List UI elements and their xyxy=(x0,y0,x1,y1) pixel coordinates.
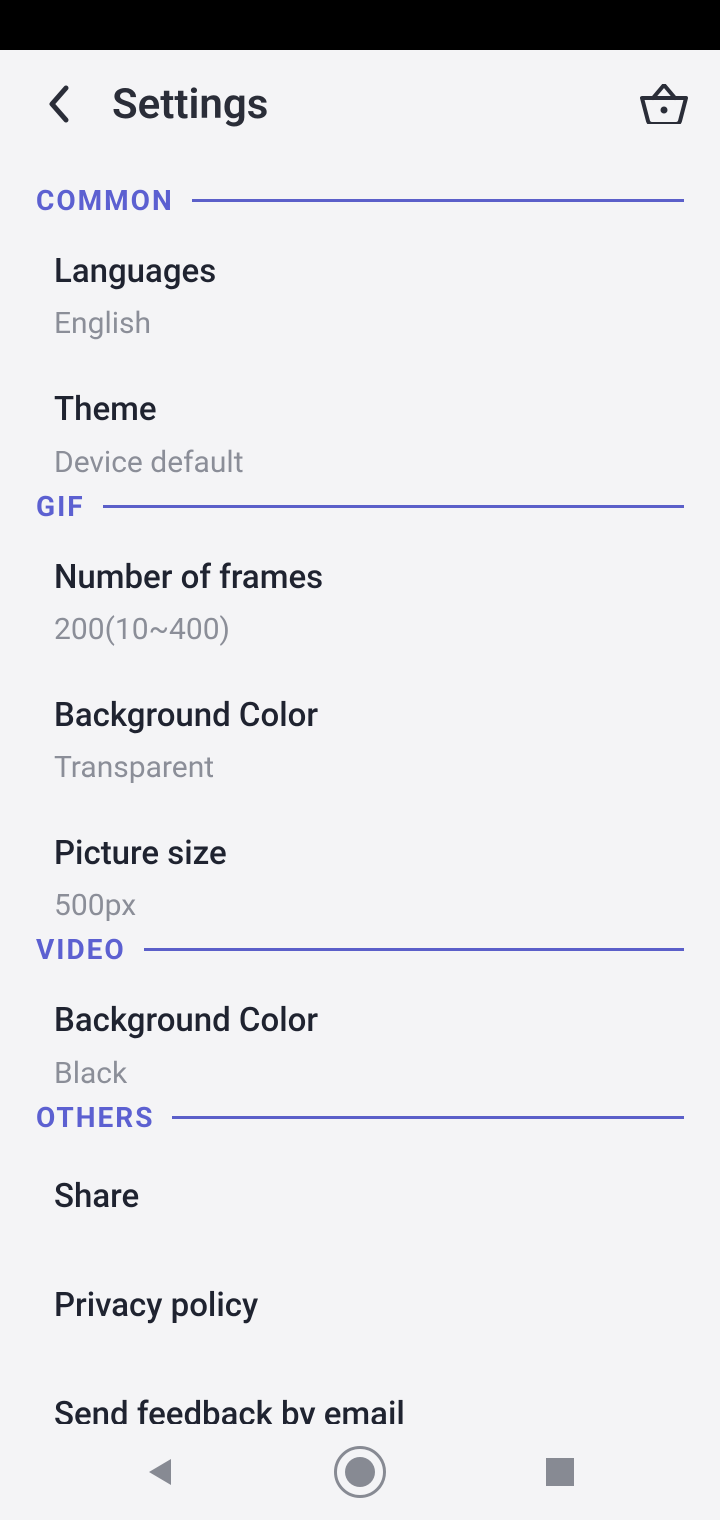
triangle-back-icon xyxy=(143,1455,177,1489)
section-common: COMMON Languages English Theme Device de… xyxy=(36,184,684,490)
action-label: Privacy policy xyxy=(54,1285,684,1326)
section-header-others: OTHERS xyxy=(36,1101,684,1134)
setting-value: Device default xyxy=(54,445,684,480)
action-label: Share xyxy=(54,1176,684,1217)
settings-list: COMMON Languages English Theme Device de… xyxy=(0,184,720,1509)
nav-back-button[interactable] xyxy=(120,1432,200,1512)
status-bar xyxy=(0,0,720,50)
setting-value: Transparent xyxy=(54,750,684,785)
basket-button[interactable] xyxy=(638,78,690,130)
page-title: Settings xyxy=(112,80,638,129)
section-label: COMMON xyxy=(36,184,174,217)
section-header-video: VIDEO xyxy=(36,933,684,966)
action-share[interactable]: Share xyxy=(36,1134,684,1251)
system-nav-bar xyxy=(0,1424,720,1520)
section-divider xyxy=(172,1116,684,1119)
setting-title: Picture size xyxy=(54,833,684,874)
nav-home-button[interactable] xyxy=(320,1432,400,1512)
setting-number-of-frames[interactable]: Number of frames 200(10~400) xyxy=(36,523,684,671)
setting-value: Black xyxy=(54,1056,684,1091)
section-header-gif: GIF xyxy=(36,490,684,523)
setting-video-background-color[interactable]: Background Color Black xyxy=(36,966,684,1100)
section-label: OTHERS xyxy=(36,1101,154,1134)
chevron-left-icon xyxy=(46,84,70,124)
setting-gif-background-color[interactable]: Background Color Transparent xyxy=(36,671,684,809)
section-divider xyxy=(103,505,684,508)
setting-value: 500px xyxy=(54,888,684,923)
circle-home-icon xyxy=(334,1446,386,1498)
nav-recents-button[interactable] xyxy=(520,1432,600,1512)
setting-title: Languages xyxy=(54,251,684,292)
setting-languages[interactable]: Languages English xyxy=(36,217,684,365)
setting-value: English xyxy=(54,306,684,341)
setting-theme[interactable]: Theme Device default xyxy=(36,365,684,489)
setting-title: Background Color xyxy=(54,695,684,736)
setting-title: Theme xyxy=(54,389,684,430)
basket-icon xyxy=(640,84,688,124)
setting-picture-size[interactable]: Picture size 500px xyxy=(36,809,684,933)
action-privacy-policy[interactable]: Privacy policy xyxy=(36,1251,684,1360)
section-divider xyxy=(192,199,684,202)
app-header: Settings xyxy=(0,50,720,158)
square-recents-icon xyxy=(546,1458,574,1486)
section-video: VIDEO Background Color Black xyxy=(36,933,684,1100)
section-divider xyxy=(144,948,684,951)
section-header-common: COMMON xyxy=(36,184,684,217)
back-button[interactable] xyxy=(36,82,80,126)
section-label: GIF xyxy=(36,490,85,523)
section-label: VIDEO xyxy=(36,933,126,966)
setting-title: Background Color xyxy=(54,1000,684,1041)
setting-value: 200(10~400) xyxy=(54,612,684,647)
setting-title: Number of frames xyxy=(54,557,684,598)
section-gif: GIF Number of frames 200(10~400) Backgro… xyxy=(36,490,684,934)
